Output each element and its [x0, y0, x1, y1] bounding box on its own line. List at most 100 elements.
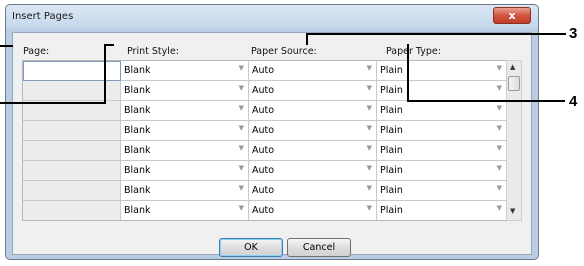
paper-source-value: Auto [252, 165, 275, 176]
paper-type-dropdown[interactable]: Plain ▼ [377, 161, 506, 181]
print-style-value: Blank [124, 85, 151, 96]
print-style-value: Blank [124, 205, 151, 216]
print-style-value: Blank [124, 65, 151, 76]
print-style-value: Blank [124, 145, 151, 156]
print-style-dropdown[interactable]: Blank ▼ [121, 61, 249, 81]
paper-source-dropdown[interactable]: Auto ▼ [249, 101, 377, 121]
vertical-scrollbar[interactable]: ▲ ▼ [506, 60, 522, 221]
paper-source-value: Auto [252, 145, 275, 156]
close-button[interactable]: x [493, 7, 531, 24]
chevron-down-icon[interactable]: ▼ [239, 144, 244, 152]
callout-line-2-tick [104, 44, 114, 46]
page-number-field[interactable] [23, 181, 121, 201]
paper-source-dropdown[interactable]: Auto ▼ [249, 181, 377, 201]
page-number-field[interactable] [23, 121, 121, 141]
chevron-down-icon[interactable]: ▼ [367, 184, 372, 192]
chevron-down-icon[interactable]: ▼ [239, 164, 244, 172]
table-row: Blank ▼ Auto ▼ Plain ▼ [23, 121, 506, 141]
paper-type-value: Plain [380, 165, 403, 176]
table-row: Blank ▼ Auto ▼ Plain ▼ [23, 201, 506, 220]
paper-type-value: Plain [380, 105, 403, 116]
paper-source-value: Auto [252, 105, 275, 116]
page-number-field[interactable] [23, 161, 121, 181]
paper-source-dropdown[interactable]: Auto ▼ [249, 81, 377, 101]
chevron-down-icon[interactable]: ▼ [239, 104, 244, 112]
callout-line-3-vertical [306, 33, 308, 45]
chevron-down-icon[interactable]: ▼ [239, 184, 244, 192]
page-number-field[interactable] [23, 101, 121, 121]
ok-button[interactable]: OK [219, 238, 283, 257]
close-icon: x [508, 9, 516, 22]
scroll-up-icon[interactable]: ▲ [510, 63, 515, 71]
paper-source-dropdown[interactable]: Auto ▼ [249, 61, 377, 81]
chevron-down-icon[interactable]: ▼ [367, 104, 372, 112]
chevron-down-icon[interactable]: ▼ [239, 204, 244, 212]
chevron-down-icon[interactable]: ▼ [497, 104, 502, 112]
print-style-dropdown[interactable]: Blank ▼ [121, 161, 249, 181]
paper-type-value: Plain [380, 125, 403, 136]
cancel-button[interactable]: Cancel [287, 238, 351, 257]
chevron-down-icon[interactable]: ▼ [367, 144, 372, 152]
dialog-title: Insert Pages [12, 11, 74, 22]
pages-table: Blank ▼ Auto ▼ Plain ▼ Blank ▼ Auto ▼ Plain ▼ Blank ▼… [22, 60, 506, 221]
page-number-field[interactable] [23, 141, 121, 161]
paper-source-value: Auto [252, 65, 275, 76]
chevron-down-icon[interactable]: ▼ [367, 164, 372, 172]
paper-type-dropdown[interactable]: Plain ▼ [377, 181, 506, 201]
paper-type-value: Plain [380, 185, 403, 196]
callout-line-3-horizontal [306, 33, 566, 35]
paper-type-dropdown[interactable]: Plain ▼ [377, 81, 506, 101]
callout-line-4-horizontal [407, 100, 565, 102]
chevron-down-icon[interactable]: ▼ [497, 84, 502, 92]
paper-type-value: Plain [380, 85, 403, 96]
chevron-down-icon[interactable]: ▼ [497, 204, 502, 212]
scroll-down-icon[interactable]: ▼ [510, 207, 515, 215]
column-header-page: Page: [23, 46, 50, 57]
paper-source-dropdown[interactable]: Auto ▼ [249, 201, 377, 220]
callout-line-4-vertical [407, 44, 409, 102]
paper-type-dropdown[interactable]: Plain ▼ [377, 141, 506, 161]
print-style-dropdown[interactable]: Blank ▼ [121, 141, 249, 161]
print-style-dropdown[interactable]: Blank ▼ [121, 101, 249, 121]
callout-number-3: 3 [569, 25, 578, 42]
chevron-down-icon[interactable]: ▼ [497, 64, 502, 72]
chevron-down-icon[interactable]: ▼ [239, 124, 244, 132]
paper-type-value: Plain [380, 145, 403, 156]
page-number-field[interactable] [23, 81, 121, 101]
chevron-down-icon[interactable]: ▼ [367, 64, 372, 72]
print-style-value: Blank [124, 165, 151, 176]
chevron-down-icon[interactable]: ▼ [367, 204, 372, 212]
chevron-down-icon[interactable]: ▼ [497, 144, 502, 152]
callout-line-1 [0, 45, 13, 47]
title-bar[interactable]: Insert Pages x [6, 5, 538, 31]
page-number-field[interactable] [23, 201, 121, 220]
scroll-thumb[interactable] [508, 76, 520, 91]
paper-type-dropdown[interactable]: Plain ▼ [377, 121, 506, 141]
table-row: Blank ▼ Auto ▼ Plain ▼ [23, 61, 506, 81]
paper-type-dropdown[interactable]: Plain ▼ [377, 201, 506, 220]
chevron-down-icon[interactable]: ▼ [497, 184, 502, 192]
chevron-down-icon[interactable]: ▼ [239, 64, 244, 72]
print-style-dropdown[interactable]: Blank ▼ [121, 121, 249, 141]
paper-source-value: Auto [252, 85, 275, 96]
print-style-dropdown[interactable]: Blank ▼ [121, 81, 249, 101]
chevron-down-icon[interactable]: ▼ [367, 124, 372, 132]
callout-line-2-horizontal [0, 102, 105, 104]
table-row: Blank ▼ Auto ▼ Plain ▼ [23, 101, 506, 121]
chevron-down-icon[interactable]: ▼ [497, 164, 502, 172]
paper-type-value: Plain [380, 65, 403, 76]
page-number-field[interactable] [23, 61, 121, 81]
paper-type-dropdown[interactable]: Plain ▼ [377, 61, 506, 81]
print-style-dropdown[interactable]: Blank ▼ [121, 201, 249, 220]
paper-type-dropdown[interactable]: Plain ▼ [377, 101, 506, 121]
chevron-down-icon[interactable]: ▼ [367, 84, 372, 92]
chevron-down-icon[interactable]: ▼ [239, 84, 244, 92]
paper-source-dropdown[interactable]: Auto ▼ [249, 161, 377, 181]
table-row: Blank ▼ Auto ▼ Plain ▼ [23, 161, 506, 181]
table-row: Blank ▼ Auto ▼ Plain ▼ [23, 181, 506, 201]
table-row: Blank ▼ Auto ▼ Plain ▼ [23, 81, 506, 101]
chevron-down-icon[interactable]: ▼ [497, 124, 502, 132]
paper-source-dropdown[interactable]: Auto ▼ [249, 121, 377, 141]
paper-source-dropdown[interactable]: Auto ▼ [249, 141, 377, 161]
print-style-dropdown[interactable]: Blank ▼ [121, 181, 249, 201]
